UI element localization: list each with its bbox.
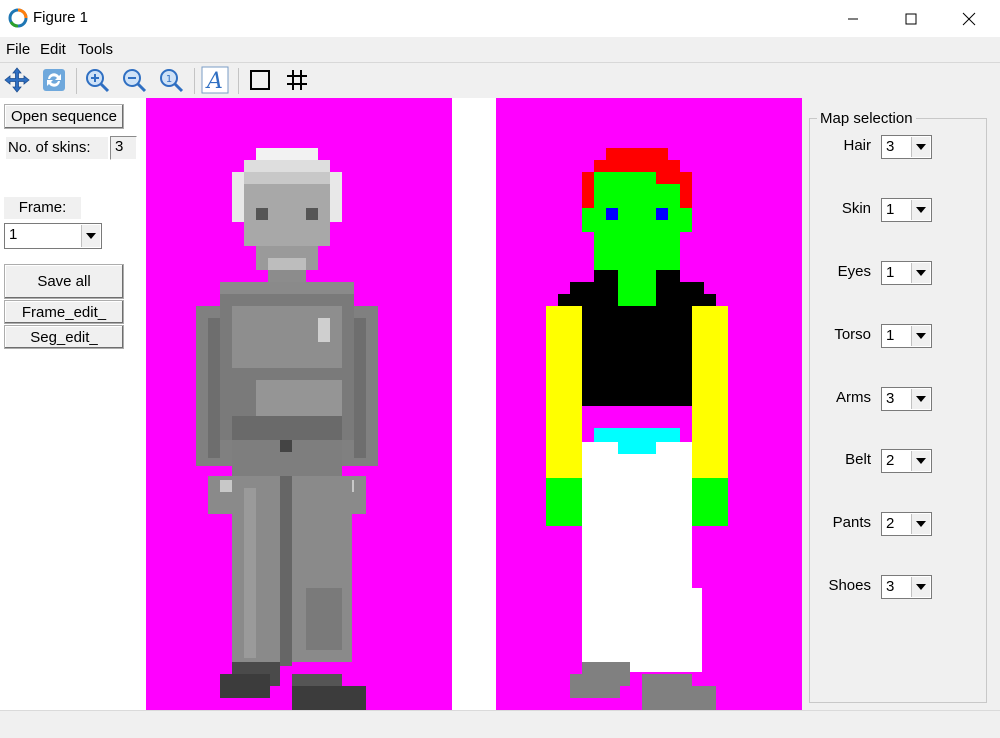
pan-icon: [4, 67, 30, 93]
map-select-pants[interactable]: 2: [881, 512, 932, 536]
frame-select[interactable]: 1: [4, 223, 102, 249]
segmentation-map-canvas[interactable]: [496, 98, 802, 710]
map-select-value: 2: [886, 515, 895, 532]
text-button[interactable]: A: [200, 65, 230, 95]
refresh-icon: [43, 69, 65, 91]
frame-select-value: 1: [9, 226, 18, 243]
zoom-out-button[interactable]: [119, 65, 149, 95]
chevron-down-icon[interactable]: [911, 326, 930, 346]
chevron-down-icon[interactable]: [911, 200, 930, 220]
rectangle-icon: [250, 70, 270, 90]
map-select-torso[interactable]: 1: [881, 324, 932, 348]
menu-tools[interactable]: Tools: [78, 41, 113, 58]
minimize-icon: [848, 18, 858, 19]
save-all-button[interactable]: Save all: [4, 264, 124, 299]
map-label-belt: Belt: [845, 451, 871, 468]
map-select-value: 1: [886, 327, 895, 344]
frame-edit-button[interactable]: Frame_edit_: [4, 300, 124, 324]
toolbar-separator: [194, 68, 195, 94]
menu-file[interactable]: File: [6, 41, 30, 58]
chevron-down-icon[interactable]: [911, 514, 930, 534]
maximize-button[interactable]: [882, 0, 940, 37]
text-icon: A: [201, 66, 229, 94]
map-select-value: 1: [886, 201, 895, 218]
open-sequence-button[interactable]: Open sequence: [4, 104, 124, 129]
zoom-in-icon: [86, 69, 110, 93]
chevron-down-icon[interactable]: [911, 577, 930, 597]
chevron-down-icon[interactable]: [911, 263, 930, 283]
toolbar-separator: [238, 68, 239, 94]
pan-button[interactable]: [2, 65, 32, 95]
num-skins-field[interactable]: 3: [110, 136, 137, 160]
map-selection-title: Map selection: [817, 110, 916, 127]
toolbar: 1 A: [0, 62, 1000, 99]
status-bar: [0, 710, 1000, 738]
map-select-value: 1: [886, 264, 895, 281]
map-select-value: 3: [886, 390, 895, 407]
map-label-eyes: Eyes: [837, 263, 871, 280]
grayscale-sprite-canvas[interactable]: [146, 98, 452, 710]
window-title: Figure 1: [33, 9, 89, 26]
menu-edit[interactable]: Edit: [40, 41, 66, 58]
menu-bar: File Edit Tools: [0, 37, 1000, 62]
map-label-shoes: Shoes: [828, 577, 871, 594]
left-panel: [0, 98, 146, 710]
zoom-fit-button[interactable]: 1: [156, 65, 186, 95]
chevron-down-icon[interactable]: [911, 389, 930, 409]
rectangle-button[interactable]: [245, 65, 275, 95]
grayscale-character-sprite: [196, 148, 378, 710]
refresh-button[interactable]: [39, 65, 69, 95]
num-skins-label: No. of skins:: [6, 137, 108, 159]
canvas-gap: [452, 98, 496, 710]
svg-text:A: A: [205, 69, 223, 94]
map-select-belt[interactable]: 2: [881, 449, 932, 473]
map-select-hair[interactable]: 3: [881, 135, 932, 159]
map-label-skin: Skin: [841, 200, 871, 217]
map-label-arms: Arms: [836, 389, 871, 406]
segmentation-character-sprite: [546, 148, 728, 710]
map-label-hair: Hair: [843, 137, 871, 154]
map-label-torso: Torso: [834, 326, 871, 343]
map-select-value: 3: [886, 138, 895, 155]
minimize-button[interactable]: [824, 0, 882, 37]
title-bar: Figure 1: [0, 0, 1000, 37]
svg-text:1: 1: [166, 74, 172, 85]
chevron-down-icon[interactable]: [911, 137, 930, 157]
map-select-eyes[interactable]: 1: [881, 261, 932, 285]
chevron-down-icon[interactable]: [911, 451, 930, 471]
toolbar-separator: [76, 68, 77, 94]
grid-button[interactable]: [282, 65, 312, 95]
map-label-pants: Pants: [832, 514, 871, 531]
frame-label: Frame:: [4, 197, 81, 219]
map-select-arms[interactable]: 3: [881, 387, 932, 411]
zoom-out-icon: [123, 69, 147, 93]
map-select-skin[interactable]: 1: [881, 198, 932, 222]
map-select-value: 2: [886, 452, 895, 469]
seg-edit-button[interactable]: Seg_edit_: [4, 325, 124, 349]
close-icon: [962, 12, 976, 25]
chevron-down-icon[interactable]: [81, 225, 100, 247]
close-button[interactable]: [940, 0, 998, 37]
grid-icon: [287, 70, 307, 90]
zoom-in-button[interactable]: [82, 65, 112, 95]
matplotlib-logo-icon: [8, 8, 28, 28]
map-select-shoes[interactable]: 3: [881, 575, 932, 599]
map-select-value: 3: [886, 578, 895, 595]
maximize-icon: [905, 13, 917, 24]
zoom-fit-icon: 1: [160, 69, 184, 93]
